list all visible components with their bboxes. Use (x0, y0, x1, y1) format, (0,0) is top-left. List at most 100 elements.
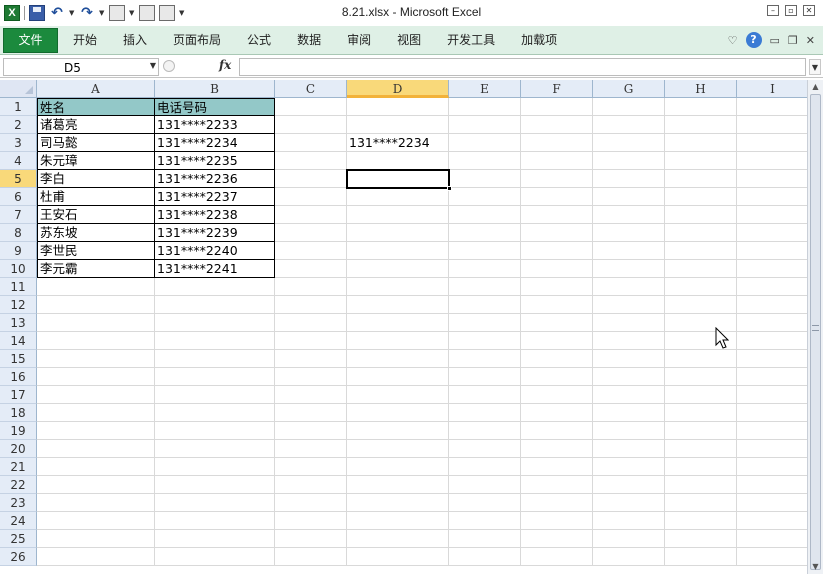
close-icon[interactable]: ✕ (803, 5, 815, 16)
cell-d2[interactable] (347, 116, 449, 134)
select-all-button[interactable] (0, 80, 37, 98)
cell-b9[interactable]: 131****2240 (155, 242, 275, 260)
column-header-a[interactable]: A (37, 80, 155, 98)
cell-e7[interactable] (449, 206, 521, 224)
row-header-25[interactable]: 25 (0, 530, 37, 548)
cell-d26[interactable] (347, 548, 449, 566)
cell-f5[interactable] (521, 170, 593, 188)
worksheet-grid[interactable]: A B C D E F G H I 1 姓名 电话号码 2 诸葛亮 131****2233 3 司马懿 131**… (0, 80, 807, 574)
cell-i16[interactable] (737, 368, 807, 386)
name-box[interactable]: D5 ▼ (3, 58, 159, 76)
cell-h1[interactable] (665, 98, 737, 116)
cell-b1[interactable]: 电话号码 (155, 98, 275, 116)
cell-c3[interactable] (275, 134, 347, 152)
cell-i6[interactable] (737, 188, 807, 206)
cell-g6[interactable] (593, 188, 665, 206)
cell-h17[interactable] (665, 386, 737, 404)
cell-e26[interactable] (449, 548, 521, 566)
workbook-minimize-icon[interactable]: ▭ (770, 34, 780, 47)
cell-g11[interactable] (593, 278, 665, 296)
cell-i13[interactable] (737, 314, 807, 332)
cell-g16[interactable] (593, 368, 665, 386)
cell-f21[interactable] (521, 458, 593, 476)
cancel-entry-icon[interactable] (163, 60, 175, 72)
cell-f15[interactable] (521, 350, 593, 368)
cell-c16[interactable] (275, 368, 347, 386)
cell-c18[interactable] (275, 404, 347, 422)
cell-h26[interactable] (665, 548, 737, 566)
cell-c9[interactable] (275, 242, 347, 260)
cell-g7[interactable] (593, 206, 665, 224)
cell-i14[interactable] (737, 332, 807, 350)
cell-f24[interactable] (521, 512, 593, 530)
cell-f10[interactable] (521, 260, 593, 278)
cell-i19[interactable] (737, 422, 807, 440)
cell-h18[interactable] (665, 404, 737, 422)
cell-i12[interactable] (737, 296, 807, 314)
cell-c20[interactable] (275, 440, 347, 458)
cell-g15[interactable] (593, 350, 665, 368)
cell-e15[interactable] (449, 350, 521, 368)
scroll-thumb[interactable] (810, 94, 821, 570)
cell-c15[interactable] (275, 350, 347, 368)
cell-f3[interactable] (521, 134, 593, 152)
cell-f16[interactable] (521, 368, 593, 386)
tab-addins[interactable]: 加载项 (508, 26, 570, 55)
column-header-f[interactable]: F (521, 80, 593, 98)
column-header-b[interactable]: B (155, 80, 275, 98)
cell-g21[interactable] (593, 458, 665, 476)
row-header-2[interactable]: 2 (0, 116, 37, 134)
cell-e4[interactable] (449, 152, 521, 170)
cell-b20[interactable] (155, 440, 275, 458)
cell-d9[interactable] (347, 242, 449, 260)
cell-a25[interactable] (37, 530, 155, 548)
cell-i17[interactable] (737, 386, 807, 404)
cell-e23[interactable] (449, 494, 521, 512)
cell-i18[interactable] (737, 404, 807, 422)
row-header-23[interactable]: 23 (0, 494, 37, 512)
cell-f1[interactable] (521, 98, 593, 116)
cell-f9[interactable] (521, 242, 593, 260)
cell-h10[interactable] (665, 260, 737, 278)
cell-i24[interactable] (737, 512, 807, 530)
cell-c7[interactable] (275, 206, 347, 224)
cell-a15[interactable] (37, 350, 155, 368)
cell-a19[interactable] (37, 422, 155, 440)
cell-b17[interactable] (155, 386, 275, 404)
cell-g9[interactable] (593, 242, 665, 260)
cell-d3[interactable]: 131****2234 (347, 134, 449, 152)
row-header-12[interactable]: 12 (0, 296, 37, 314)
tab-data[interactable]: 数据 (284, 26, 334, 55)
cell-b16[interactable] (155, 368, 275, 386)
cell-f18[interactable] (521, 404, 593, 422)
cell-f20[interactable] (521, 440, 593, 458)
cell-b19[interactable] (155, 422, 275, 440)
cell-h24[interactable] (665, 512, 737, 530)
cell-c6[interactable] (275, 188, 347, 206)
cell-b22[interactable] (155, 476, 275, 494)
cell-b21[interactable] (155, 458, 275, 476)
cell-g10[interactable] (593, 260, 665, 278)
cell-g18[interactable] (593, 404, 665, 422)
cell-g14[interactable] (593, 332, 665, 350)
cell-d14[interactable] (347, 332, 449, 350)
row-header-21[interactable]: 21 (0, 458, 37, 476)
column-header-c[interactable]: C (275, 80, 347, 98)
row-header-5[interactable]: 5 (0, 170, 37, 188)
cell-a22[interactable] (37, 476, 155, 494)
cell-a3[interactable]: 司马懿 (37, 134, 155, 152)
tab-home[interactable]: 开始 (60, 26, 110, 55)
cell-c8[interactable] (275, 224, 347, 242)
cell-b25[interactable] (155, 530, 275, 548)
cell-h2[interactable] (665, 116, 737, 134)
cell-e20[interactable] (449, 440, 521, 458)
row-header-20[interactable]: 20 (0, 440, 37, 458)
workbook-restore-icon[interactable]: ❐ (788, 34, 798, 47)
cell-b10[interactable]: 131****2241 (155, 260, 275, 278)
cell-c10[interactable] (275, 260, 347, 278)
cell-e1[interactable] (449, 98, 521, 116)
cell-g20[interactable] (593, 440, 665, 458)
column-header-g[interactable]: G (593, 80, 665, 98)
row-header-16[interactable]: 16 (0, 368, 37, 386)
minimize-icon[interactable]: – (767, 5, 779, 16)
